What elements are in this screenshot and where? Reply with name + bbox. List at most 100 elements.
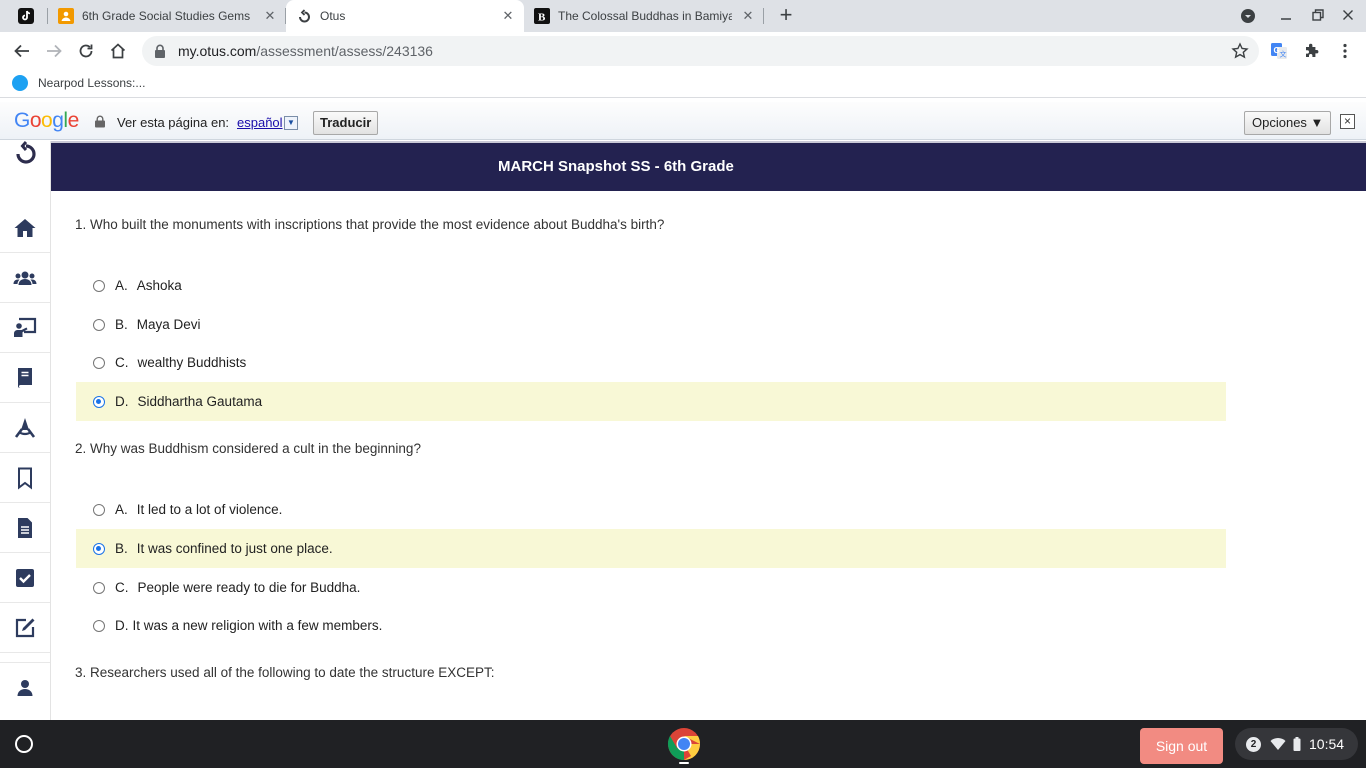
status-tray[interactable]: 2 10:54 — [1235, 728, 1358, 760]
radio-button[interactable] — [93, 503, 105, 516]
option-text: Ashoka — [136, 278, 182, 293]
sidebar — [0, 141, 51, 720]
question-2-option-b[interactable]: B. It was confined to just one place. — [76, 529, 1226, 568]
bookmark-nearpod[interactable]: Nearpod Lessons:... — [12, 75, 145, 91]
book-icon[interactable] — [0, 353, 50, 403]
bookmark-icon[interactable] — [0, 453, 50, 503]
svg-text:文: 文 — [1280, 50, 1287, 59]
option-letter: B. — [115, 541, 128, 556]
google-translate-extension-icon[interactable]: G文 — [1268, 40, 1290, 62]
translate-language-link[interactable]: español — [237, 115, 283, 130]
tab-search-icon[interactable] — [1238, 6, 1258, 26]
extensions-puzzle-icon[interactable] — [1301, 40, 1323, 62]
option-letter: A. — [115, 278, 128, 293]
question-2-option-a[interactable]: A. It led to a lot of violence. — [76, 490, 1226, 529]
close-tab-icon[interactable]: ✕ — [740, 8, 756, 24]
language-dropdown-icon[interactable]: ▼ — [284, 116, 298, 130]
translate-prompt: Ver esta página en: — [117, 115, 230, 130]
assessment-title: MARCH Snapshot SS - 6th Grade — [498, 158, 734, 175]
classroom-icon[interactable] — [0, 303, 50, 353]
restore-icon[interactable] — [1308, 6, 1328, 26]
tiktok-icon — [18, 8, 34, 24]
document-icon[interactable] — [0, 503, 50, 553]
google-logo: Google — [14, 109, 79, 132]
radio-button-selected[interactable] — [93, 395, 105, 408]
option-text: Maya Devi — [136, 317, 201, 332]
radio-button[interactable] — [93, 619, 105, 632]
close-tab-icon[interactable]: ✕ — [500, 8, 516, 24]
question-2-option-c[interactable]: C. People were ready to die for Buddha. — [76, 568, 1226, 607]
chrome-icon[interactable] — [667, 727, 701, 761]
tab-tiktok[interactable] — [8, 0, 48, 32]
classroom-icon — [58, 8, 74, 24]
nearpod-icon — [12, 75, 28, 91]
lock-icon — [94, 115, 106, 128]
option-letter: A. — [115, 502, 128, 517]
checkbox-icon[interactable] — [0, 553, 50, 603]
notification-count-badge: 2 — [1246, 736, 1261, 752]
option-text: It was a new religion with a few members… — [132, 618, 383, 633]
otus-logo-icon[interactable] — [0, 141, 50, 177]
option-letter: C. — [115, 580, 129, 595]
translate-button[interactable]: Traducir — [313, 111, 379, 135]
tab-colossal-buddhas[interactable]: B The Colossal Buddhas in Bamiya ✕ — [524, 0, 764, 32]
clock: 10:54 — [1309, 736, 1345, 752]
more-menu-icon[interactable] — [1334, 40, 1356, 62]
question-2-text: 2. Why was Buddhism considered a cult in… — [75, 441, 421, 456]
radio-button[interactable] — [93, 318, 105, 331]
question-1-text: 1. Who built the monuments with inscript… — [75, 217, 665, 232]
os-shelf: Sign out 2 10:54 — [0, 720, 1366, 768]
question-1-option-c[interactable]: C. wealthy Buddhists — [76, 343, 1226, 382]
option-text: People were ready to die for Buddha. — [137, 580, 361, 595]
radio-button[interactable] — [93, 356, 105, 369]
otus-page: MARCH Snapshot SS - 6th Grade 1. Who bui… — [0, 141, 1366, 720]
new-tab-button[interactable]: + — [774, 4, 798, 28]
question-1-option-b[interactable]: B. Maya Devi — [76, 305, 1226, 344]
google-translate-bar: Google Ver esta página en: español ▼ Tra… — [0, 102, 1366, 140]
users-icon[interactable] — [0, 253, 50, 303]
running-indicator — [679, 762, 689, 764]
launcher-icon[interactable] — [9, 729, 39, 759]
edit-icon[interactable] — [0, 603, 50, 653]
url-host: my.otus.com — [178, 43, 257, 59]
browser-toolbar: my.otus.com/assessment/assess/243136 G文 — [0, 32, 1366, 70]
tab-strip: 6th Grade Social Studies Gems 6 ✕ Otus ✕… — [0, 0, 1366, 32]
back-arrow-icon[interactable] — [10, 39, 34, 63]
close-tab-icon[interactable]: ✕ — [262, 8, 278, 24]
otus-icon — [296, 8, 312, 24]
lock-icon[interactable] — [154, 44, 168, 58]
options-button[interactable]: Opciones ▼ — [1244, 111, 1332, 135]
close-window-icon[interactable] — [1338, 6, 1358, 26]
tab-social-studies[interactable]: 6th Grade Social Studies Gems 6 ✕ — [48, 0, 286, 32]
tab-title: Otus — [320, 9, 346, 23]
radio-button[interactable] — [93, 279, 105, 292]
question-3-text: 3. Researchers used all of the following… — [75, 665, 495, 680]
radio-button-selected[interactable] — [93, 542, 105, 555]
forward-arrow-icon[interactable] — [42, 39, 66, 63]
design-tools-icon[interactable] — [0, 403, 50, 453]
option-letter: D. — [115, 394, 129, 409]
reload-icon[interactable] — [74, 39, 98, 63]
option-text: It was confined to just one place. — [136, 541, 333, 556]
minimize-icon[interactable] — [1276, 6, 1296, 26]
question-2-option-d[interactable]: D. It was a new religion with a few memb… — [76, 606, 1226, 645]
wifi-icon — [1270, 737, 1286, 751]
assessment-header: MARCH Snapshot SS - 6th Grade — [51, 143, 1366, 191]
home-button-icon[interactable] — [106, 39, 130, 63]
option-text: wealthy Buddhists — [137, 355, 247, 370]
option-letter: C. — [115, 355, 129, 370]
svg-text:B: B — [538, 12, 546, 24]
radio-button[interactable] — [93, 581, 105, 594]
user-icon[interactable] — [0, 662, 50, 712]
question-1-option-d[interactable]: D. Siddhartha Gautama — [76, 382, 1226, 421]
url-path: /assessment/assess/243136 — [256, 43, 433, 59]
close-translate-bar-icon[interactable]: × — [1340, 114, 1355, 129]
sign-out-button[interactable]: Sign out — [1140, 728, 1223, 764]
bookmark-star-icon[interactable] — [1229, 40, 1251, 62]
home-icon[interactable] — [0, 203, 50, 253]
tab-otus[interactable]: Otus ✕ — [286, 0, 524, 32]
address-bar[interactable]: my.otus.com/assessment/assess/243136 — [142, 36, 1259, 66]
britannica-icon: B — [534, 8, 550, 24]
tab-title: The Colossal Buddhas in Bamiya — [558, 9, 732, 23]
question-1-option-a[interactable]: A. Ashoka — [76, 266, 1226, 305]
